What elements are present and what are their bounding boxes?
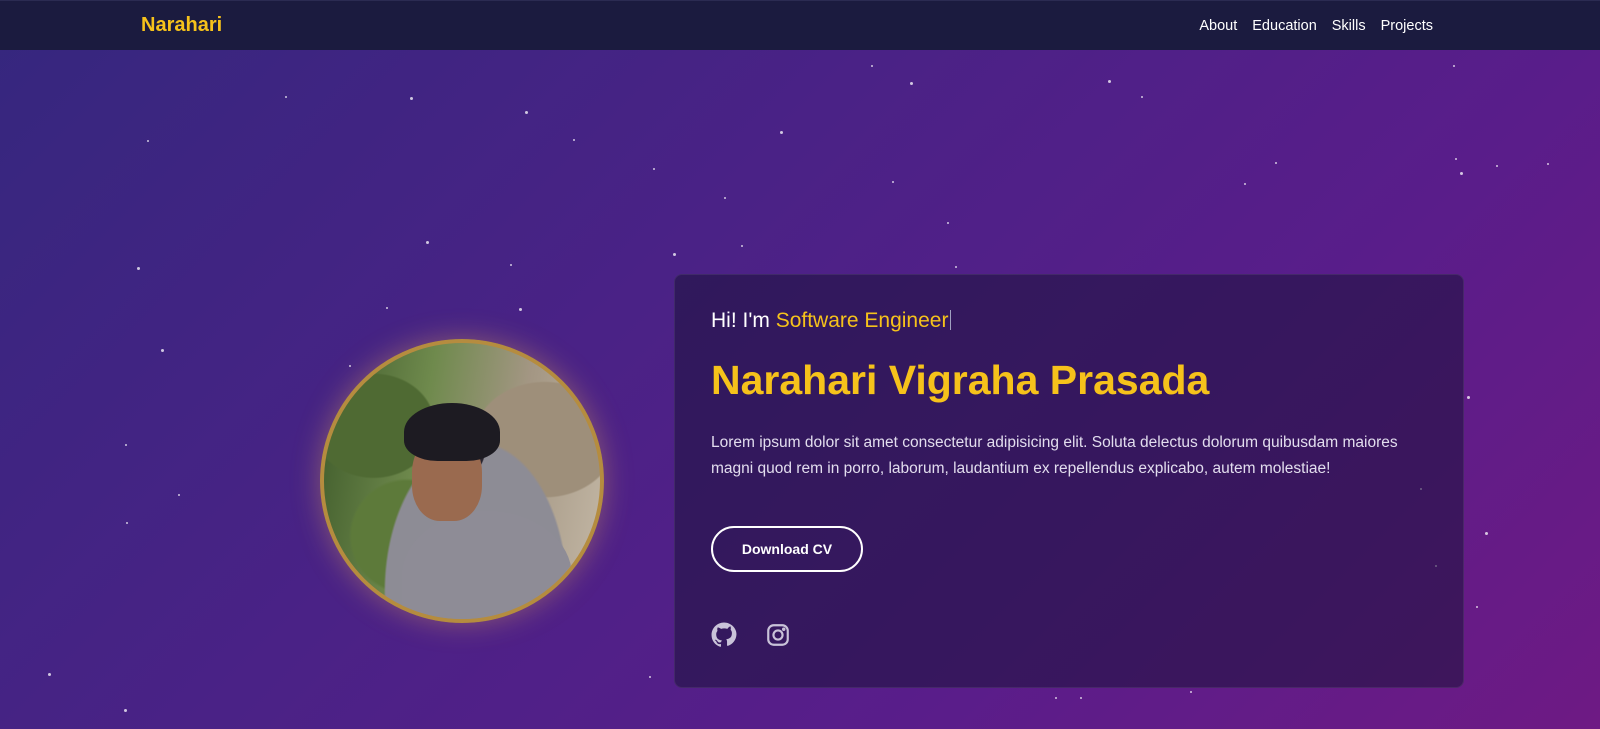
star-dot — [1141, 96, 1143, 98]
star-dot — [147, 140, 149, 142]
star-dot — [126, 522, 128, 524]
hero-name: Narahari Vigraha Prasada — [711, 357, 1210, 403]
star-dot — [871, 65, 873, 67]
download-cv-button[interactable]: Download CV — [711, 526, 863, 572]
star-dot — [673, 253, 676, 256]
navbar: Narahari About Education Skills Projects — [0, 0, 1600, 50]
star-dot — [741, 245, 743, 247]
star-dot — [1453, 65, 1455, 67]
hero-description: Lorem ipsum dolor sit amet consectetur a… — [711, 434, 1398, 477]
greeting-text: Hi! I'm — [711, 309, 770, 332]
star-dot — [1496, 165, 1498, 167]
star-dot — [125, 444, 127, 446]
star-dot — [1055, 697, 1057, 699]
star-dot — [1108, 80, 1111, 83]
brand-logo[interactable]: Narahari — [141, 14, 222, 37]
star-dot — [410, 97, 413, 100]
star-dot — [724, 197, 726, 199]
star-dot — [573, 139, 575, 141]
star-dot — [178, 494, 180, 496]
star-dot — [649, 676, 651, 678]
star-dot — [519, 308, 522, 311]
star-dot — [1080, 697, 1082, 699]
instagram-icon[interactable] — [765, 622, 791, 648]
social-links — [711, 622, 1427, 648]
star-dot — [1455, 158, 1457, 160]
nav-link-skills[interactable]: Skills — [1332, 18, 1366, 34]
greeting-line: Hi! I'm Software Engineer — [711, 309, 1427, 333]
star-dot — [510, 264, 512, 266]
nav-links: About Education Skills Projects — [1199, 18, 1433, 34]
star-dot — [947, 222, 949, 224]
nav-link-education[interactable]: Education — [1252, 18, 1317, 34]
star-dot — [161, 349, 164, 352]
star-dot — [955, 266, 957, 268]
star-dot — [1485, 532, 1488, 535]
star-dot — [426, 241, 429, 244]
nav-link-projects[interactable]: Projects — [1381, 18, 1433, 34]
star-dot — [1190, 691, 1192, 693]
profile-photo — [320, 339, 604, 623]
star-dot — [1460, 172, 1463, 175]
star-dot — [1244, 183, 1246, 185]
star-dot — [285, 96, 287, 98]
star-dot — [892, 181, 894, 183]
star-dot — [124, 709, 127, 712]
star-dot — [386, 307, 388, 309]
star-dot — [780, 131, 783, 134]
star-dot — [48, 673, 51, 676]
profile-photo-shirt — [402, 511, 572, 619]
star-dot — [349, 365, 351, 367]
star-dot — [137, 267, 140, 270]
star-dot — [525, 111, 528, 114]
star-dot — [1476, 606, 1478, 608]
nav-link-about[interactable]: About — [1199, 18, 1237, 34]
star-dot — [1547, 163, 1549, 165]
github-icon[interactable] — [711, 622, 737, 648]
typing-caret — [950, 310, 952, 330]
star-dot — [1467, 396, 1470, 399]
hero-card: Hi! I'm Software Engineer Narahari Vigra… — [674, 274, 1464, 688]
star-dot — [1275, 162, 1277, 164]
role-text: Software Engineer — [775, 309, 949, 332]
star-dot — [910, 82, 913, 85]
profile-photo-hair — [404, 403, 500, 461]
star-dot — [653, 168, 655, 170]
